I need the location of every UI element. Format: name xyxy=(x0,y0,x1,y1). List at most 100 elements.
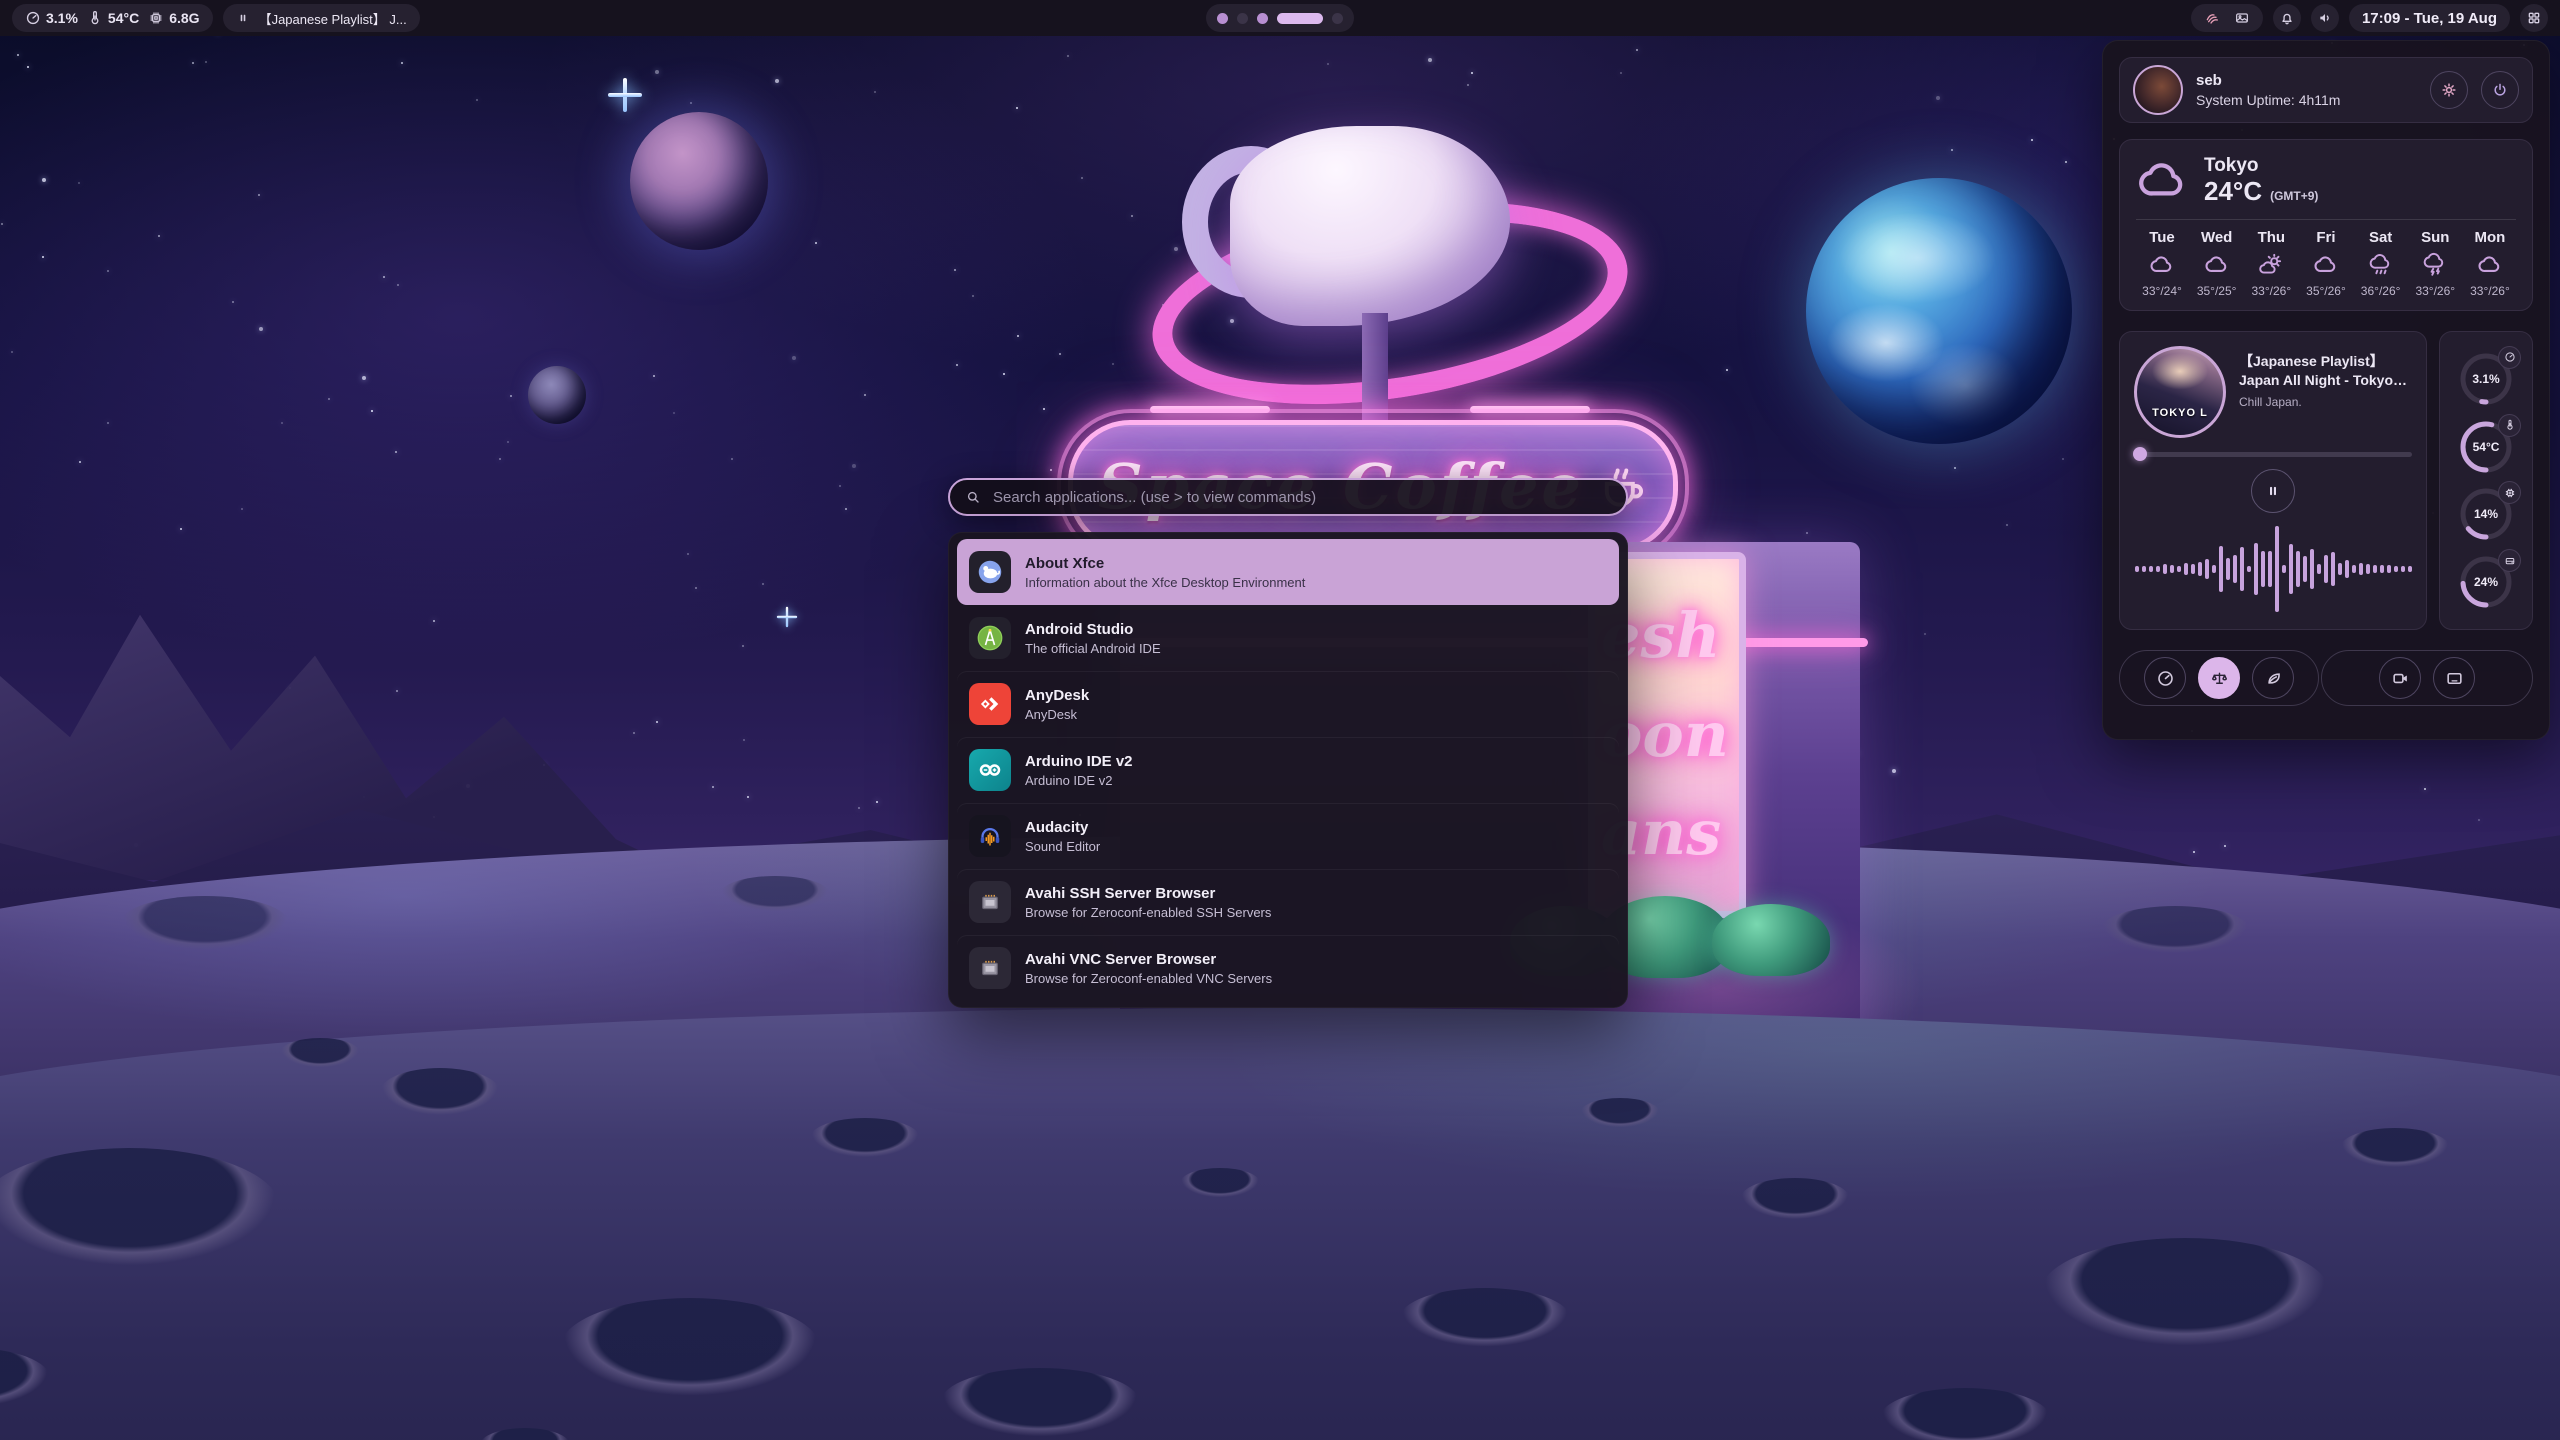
cpu-usage-gauge: 3.1% xyxy=(2457,350,2515,408)
anydesk-icon xyxy=(969,683,1011,725)
chip-icon xyxy=(2504,487,2516,499)
android-studio-icon xyxy=(969,617,1011,659)
power-button[interactable] xyxy=(2481,71,2519,109)
app-item-audacity[interactable]: Audacity Sound Editor xyxy=(957,803,1619,869)
weather-icon xyxy=(2149,252,2175,278)
app-launcher: About Xfce Information about the Xfce De… xyxy=(948,478,1628,1008)
pause-icon xyxy=(2264,482,2282,500)
forecast-day: Sun 33°/26° xyxy=(2409,229,2461,298)
avatar[interactable] xyxy=(2133,65,2183,115)
crater xyxy=(2040,1238,2330,1348)
app-item-anydesk[interactable]: AnyDesk AnyDesk xyxy=(957,671,1619,737)
app-description: Browse for Zeroconf-enabled VNC Servers xyxy=(1025,971,1272,986)
volume-button[interactable] xyxy=(2311,4,2339,32)
settings-button[interactable] xyxy=(2430,71,2468,109)
app-item-about-xfce[interactable]: About Xfce Information about the Xfce De… xyxy=(957,539,1619,605)
now-playing-pill[interactable]: 【Japanese Playlist】 J... xyxy=(223,4,420,32)
album-art-text: TOKYO L xyxy=(2137,407,2223,419)
weather-timezone: (GMT+9) xyxy=(2270,189,2318,203)
crater xyxy=(720,876,830,912)
network-port-icon xyxy=(969,947,1011,989)
crater xyxy=(280,1038,360,1068)
weather-icon xyxy=(2313,252,2339,278)
disk-icon xyxy=(2504,555,2516,567)
leaf-icon xyxy=(2264,669,2283,688)
search-bar[interactable] xyxy=(948,478,1628,516)
gear-icon xyxy=(2440,81,2458,99)
screenshot-button[interactable] xyxy=(2433,657,2475,699)
app-item-avahi-vnc[interactable]: Avahi VNC Server Browser Browse for Zero… xyxy=(957,935,1619,1001)
app-title: Avahi VNC Server Browser xyxy=(1025,951,1272,968)
app-item-avahi-ssh[interactable]: Avahi SSH Server Browser Browse for Zero… xyxy=(957,869,1619,935)
notifications-button[interactable] xyxy=(2273,4,2301,32)
thermometer-icon xyxy=(87,10,103,26)
player-progress-bar[interactable] xyxy=(2134,452,2412,457)
chip-icon xyxy=(148,10,164,26)
pause-button[interactable] xyxy=(2251,469,2295,513)
weather-icon xyxy=(2204,252,2230,278)
forecast-day: Mon 33°/26° xyxy=(2464,229,2516,298)
app-title: Arduino IDE v2 xyxy=(1025,753,1133,770)
clock-pill[interactable]: 17:09 - Tue, 19 Aug xyxy=(2349,4,2510,32)
bell-icon xyxy=(2279,10,2295,26)
forecast-day: Tue 33°/24° xyxy=(2136,229,2188,298)
app-title: Android Studio xyxy=(1025,621,1161,638)
system-tray[interactable] xyxy=(2191,4,2263,32)
dashboard-panel: seb System Uptime: 4h11m Tokyo 24°C (GMT… xyxy=(2102,40,2550,740)
weather-icon xyxy=(2368,252,2394,278)
bush xyxy=(1712,904,1830,976)
crater xyxy=(1580,1098,1660,1128)
screen-record-button[interactable] xyxy=(2379,657,2421,699)
crater xyxy=(0,1148,280,1268)
divider xyxy=(2136,219,2516,220)
power-saver-mode-button[interactable] xyxy=(2252,657,2294,699)
app-description: Information about the Xfce Desktop Envir… xyxy=(1025,575,1305,590)
workspace-dot-occupied[interactable] xyxy=(1217,13,1228,24)
workspace-dot-occupied[interactable] xyxy=(1257,13,1268,24)
search-icon xyxy=(965,489,981,505)
workspace-dot-active[interactable] xyxy=(1277,13,1323,24)
crater xyxy=(2340,1128,2450,1168)
workspace-dot-empty[interactable] xyxy=(1237,13,1248,24)
now-playing-label: 【Japanese Playlist】 J... xyxy=(259,9,407,28)
app-description: Arduino IDE v2 xyxy=(1025,773,1133,788)
screen-icon xyxy=(2445,669,2464,688)
forecast-day: Fri 35°/26° xyxy=(2300,229,2352,298)
player-progress-thumb[interactable] xyxy=(2133,447,2147,461)
system-stats-pill[interactable]: 3.1% 54°C 6.8G xyxy=(12,4,213,32)
grid-icon xyxy=(2526,10,2542,26)
crater xyxy=(120,896,290,951)
crater xyxy=(480,1428,570,1440)
app-title: Avahi SSH Server Browser xyxy=(1025,885,1271,902)
weather-city: Tokyo xyxy=(2204,155,2318,177)
speedometer-icon xyxy=(25,10,41,26)
tray-claw-icon[interactable] xyxy=(2204,10,2220,26)
tray-wallpaper-icon[interactable] xyxy=(2234,10,2250,26)
balanced-mode-button[interactable] xyxy=(2198,657,2240,699)
weather-icon xyxy=(2258,252,2284,278)
app-item-arduino-ide[interactable]: Arduino IDE v2 Arduino IDE v2 xyxy=(957,737,1619,803)
album-art[interactable]: TOKYO L xyxy=(2134,346,2226,438)
memory-stat: 6.8G xyxy=(148,10,199,26)
performance-mode-button[interactable] xyxy=(2144,657,2186,699)
crater xyxy=(1180,1168,1260,1198)
sign-post xyxy=(1362,313,1388,423)
app-description: AnyDesk xyxy=(1025,707,1089,722)
weather-icon xyxy=(2422,252,2448,278)
cpu-temp-gauge: 54°C xyxy=(2457,418,2515,476)
search-input[interactable] xyxy=(991,488,1611,507)
forecast-day: Sat 36°/26° xyxy=(2355,229,2407,298)
crater xyxy=(2100,906,2250,954)
speedometer-icon xyxy=(2504,351,2516,363)
power-profile-group xyxy=(2119,650,2319,706)
weather-icon xyxy=(2477,252,2503,278)
workspace-dot-empty[interactable] xyxy=(1332,13,1343,24)
overview-button[interactable] xyxy=(2520,4,2548,32)
arduino-icon xyxy=(969,749,1011,791)
scales-icon xyxy=(2210,669,2229,688)
crater xyxy=(1880,1388,2050,1440)
workspace-pill[interactable] xyxy=(1206,4,1354,32)
weather-temp: 24°C xyxy=(2204,176,2262,207)
app-description: Sound Editor xyxy=(1025,839,1100,854)
app-item-android-studio[interactable]: Android Studio The official Android IDE xyxy=(957,605,1619,671)
